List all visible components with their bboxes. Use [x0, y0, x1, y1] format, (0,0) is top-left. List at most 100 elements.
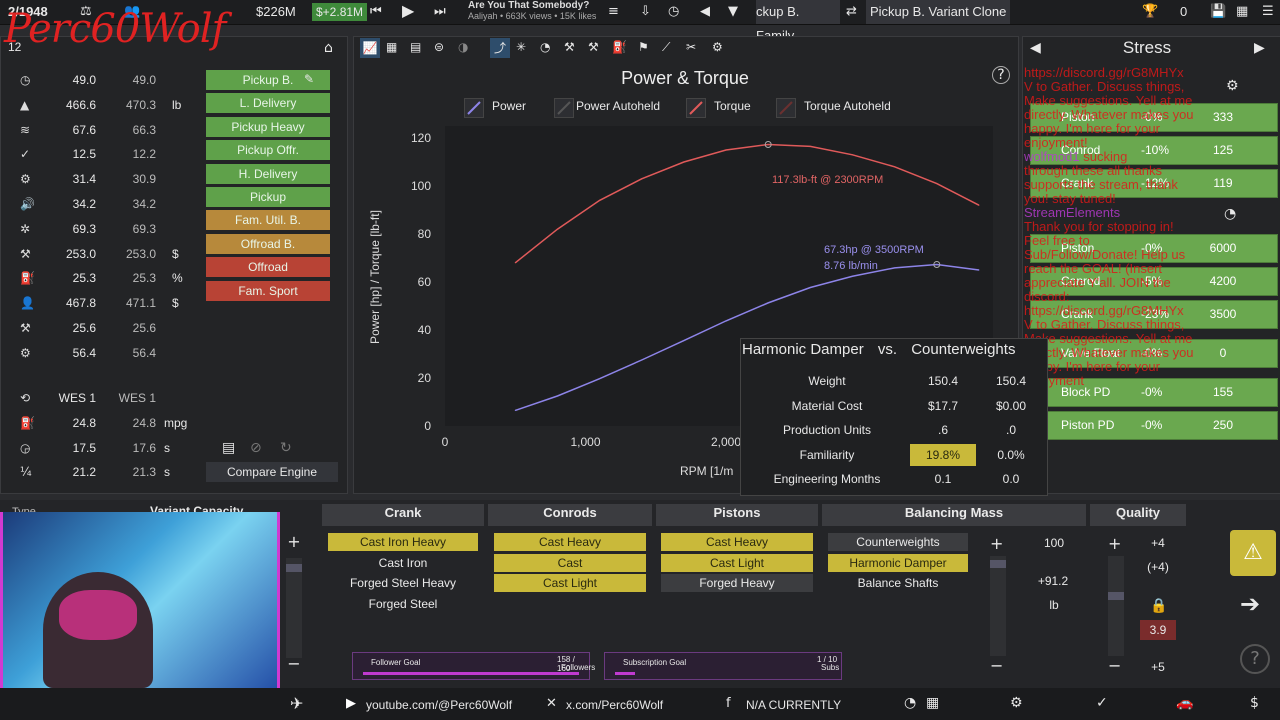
variant-button[interactable]: Pickup — [206, 187, 330, 207]
balance-plus-button[interactable]: + — [990, 534, 1003, 553]
warning-button[interactable]: ⚠ — [1230, 530, 1276, 576]
compare-engine-button[interactable]: Compare Engine — [206, 462, 338, 482]
quality-slider-thumb[interactable] — [1108, 592, 1124, 600]
capacity-slider-thumb[interactable] — [286, 564, 302, 572]
reset-icon[interactable]: ↻ — [280, 440, 292, 456]
list-icon[interactable]: ≡ — [608, 4, 619, 19]
legend-swatch-torque[interactable] — [686, 98, 706, 118]
variant-button[interactable]: Pickup Offr. — [206, 140, 330, 161]
stat-compare: 24.8 — [132, 415, 156, 430]
balancing-option[interactable]: Balance Shafts — [828, 574, 968, 592]
save-icon[interactable]: 💾 — [1210, 4, 1226, 19]
next-arrow-icon[interactable]: ➔ — [1240, 590, 1260, 618]
variant-button[interactable]: Pickup Heavy — [206, 116, 330, 137]
torque-peak-label: 117.3lb-ft @ 2300RPM — [772, 174, 884, 186]
power-point — [514, 409, 516, 411]
balance-slider-thumb[interactable] — [990, 560, 1006, 568]
pin-icon[interactable]: ⇩ — [640, 4, 651, 19]
grid-tool-icon[interactable]: ▦ — [386, 40, 397, 54]
stat-unit: s — [164, 440, 170, 455]
stat-row: ⚒ 25.6 25.6 — [14, 318, 204, 340]
stress-prev-icon[interactable]: ◀ — [1030, 40, 1041, 56]
flag-tool-icon[interactable]: ⚑ — [638, 40, 649, 54]
legend-swatch-torque-autoheld[interactable] — [776, 98, 796, 118]
crank-option[interactable]: Cast Iron Heavy — [328, 533, 478, 551]
pistons-option[interactable]: Cast Light — [661, 553, 813, 572]
calendar-icon[interactable]: ▦ — [1236, 4, 1248, 19]
piston-tool-icon[interactable]: ⊜ — [434, 40, 444, 54]
check-task-icon[interactable]: ✓ — [1096, 695, 1108, 711]
stress-next-icon[interactable]: ▶ — [1254, 40, 1265, 56]
circle-tool-icon[interactable]: ◑ — [458, 40, 468, 54]
legend-swatch-power-autoheld[interactable] — [554, 98, 574, 118]
clock-icon[interactable]: ◷ — [668, 4, 679, 19]
legend-swatch-power[interactable] — [464, 98, 484, 118]
money-task-icon[interactable]: $ — [1250, 695, 1259, 711]
plane-icon[interactable]: ✈ — [290, 694, 303, 713]
variant-button[interactable]: Offroad B. — [206, 233, 330, 254]
document-icon[interactable]: ▤ — [222, 440, 235, 456]
menu-icon[interactable]: ☰ — [1262, 4, 1274, 19]
stream-chat: https://discord.gg/rG8MHYx V to Gather. … — [1024, 66, 1278, 388]
capacity-plus-button[interactable]: + — [286, 534, 302, 550]
fuel-tool-icon[interactable]: ⛽ — [612, 40, 627, 54]
variant-button[interactable]: Fam. Util. B. — [206, 210, 330, 231]
crank-option[interactable]: Forged Steel — [328, 595, 478, 613]
play-icon[interactable]: ▶ — [402, 1, 414, 20]
chart-tool-icon[interactable]: 📈 — [360, 38, 380, 58]
engine-task-icon[interactable]: ⚙ — [1010, 695, 1023, 711]
variant-button[interactable]: Fam. Sport — [206, 280, 330, 301]
hammer-tool-icon[interactable]: ⚒ — [588, 40, 599, 54]
current-link: N/A CURRENTLY — [746, 698, 842, 712]
torque-point — [599, 199, 601, 201]
next-track-icon[interactable]: ⏭ — [434, 4, 446, 19]
tab-variant-clone[interactable]: Pickup B. Variant Clone — [866, 0, 1010, 24]
variant-button[interactable]: L. Delivery — [206, 93, 330, 114]
help-bottom-icon[interactable]: ? — [1240, 644, 1270, 674]
balance-minus-button[interactable]: − — [990, 656, 1003, 675]
dropdown-icon[interactable]: ▼ — [728, 4, 738, 19]
stat-current: 12.5 — [72, 147, 96, 162]
variant-button[interactable]: Offroad — [206, 257, 330, 278]
tools-tool-icon[interactable]: ✂ — [686, 40, 696, 54]
prev-track-icon[interactable]: ⏮ — [370, 4, 382, 19]
balance-slider[interactable] — [990, 556, 1006, 656]
tab-family[interactable]: ckup B. Family — [756, 0, 840, 43]
capacity-minus-button[interactable]: − — [286, 656, 302, 672]
stat-row: ¼ 21.2 21.3 s — [14, 462, 204, 484]
balance-mass-unit: lb — [1049, 598, 1059, 612]
conrods-option[interactable]: Cast Heavy — [494, 533, 646, 551]
grid-task-icon[interactable]: ▦ — [926, 695, 939, 711]
quality-plus-button[interactable]: + — [1108, 534, 1121, 553]
balancing-option[interactable]: Counterweights — [828, 533, 968, 551]
conrods-option[interactable]: Cast — [494, 553, 646, 572]
cog-tool-icon[interactable]: ⚙ — [712, 40, 723, 54]
curve-tool-icon[interactable]: ⤴ — [490, 38, 510, 58]
pin-variant-icon[interactable]: ✎ — [304, 72, 314, 86]
lock-icon[interactable]: 🔒 — [1150, 598, 1167, 614]
capacity-slider[interactable] — [286, 558, 302, 658]
car-task-icon[interactable]: 🚗 — [1176, 695, 1193, 711]
trophy-icon[interactable]: 🏆 — [1142, 4, 1158, 19]
table-tool-icon[interactable]: ▤ — [410, 40, 421, 54]
legend-torque-autoheld: Torque Autoheld — [804, 99, 891, 113]
conrods-option[interactable]: Cast Light — [494, 574, 646, 593]
quality-minus-button[interactable]: − — [1108, 656, 1121, 675]
sun-tool-icon[interactable]: ✳ — [516, 40, 526, 54]
crank-option[interactable]: Cast Iron — [328, 554, 478, 572]
variant-button[interactable]: H. Delivery — [206, 163, 330, 184]
stat-row: ⟲ WES 1 WES 1 — [14, 388, 204, 410]
back-icon[interactable]: ◀ — [700, 4, 710, 19]
gauge-tool-icon[interactable]: ◔ — [540, 40, 550, 54]
balancing-option[interactable]: Harmonic Damper — [828, 553, 968, 572]
cancel-icon[interactable]: ⊘ — [250, 440, 262, 456]
factory-icon[interactable]: ⌂ — [324, 40, 333, 56]
help-icon[interactable]: ? — [992, 66, 1010, 84]
pistons-option[interactable]: Forged Heavy — [661, 574, 813, 593]
pistons-option[interactable]: Cast Heavy — [661, 533, 813, 551]
needle-tool-icon[interactable]: ⟋ — [662, 40, 670, 55]
wrench-tool-icon[interactable]: ⚒ — [564, 40, 575, 54]
gauge-task-icon[interactable]: ◔ — [904, 695, 916, 711]
quality-slider[interactable] — [1108, 556, 1124, 656]
crank-option[interactable]: Forged Steel Heavy — [328, 574, 478, 592]
